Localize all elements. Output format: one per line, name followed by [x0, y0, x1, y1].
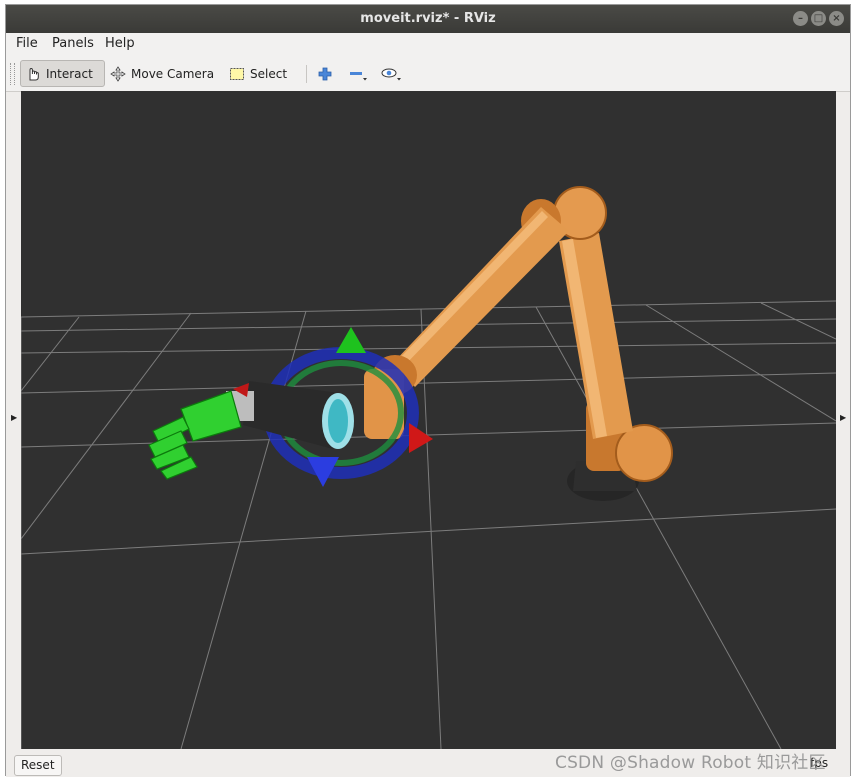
scene-canvas[interactable]: [20, 91, 837, 750]
title-bar: moveit.rviz* - RViz – □ ×: [6, 5, 850, 33]
move-camera-button[interactable]: Move Camera: [110, 60, 214, 87]
robot-arm[interactable]: [364, 186, 673, 501]
watermark: CSDN @Shadow Robot 知识社区: [555, 753, 826, 773]
toolbar-separator: [306, 65, 307, 83]
arrow-y-up-icon[interactable]: [336, 327, 366, 353]
maximize-button[interactable]: □: [811, 11, 826, 26]
shadow-hand[interactable]: [148, 390, 242, 480]
add-tool-button[interactable]: [317, 60, 338, 87]
reset-button[interactable]: Reset: [14, 755, 62, 776]
interact-label: Interact: [46, 66, 93, 81]
menu-file[interactable]: File: [16, 36, 38, 51]
window-title: moveit.rviz* - RViz: [360, 11, 496, 26]
left-panel-toggle-icon[interactable]: ▶: [11, 413, 17, 422]
hand-pointer-icon: [29, 67, 39, 80]
view-eye-icon: [381, 68, 401, 80]
move-camera-label: Move Camera: [131, 66, 215, 81]
select-box-icon: [230, 67, 244, 80]
add-tool-icon: [318, 67, 332, 80]
select-label: Select: [250, 66, 288, 81]
rviz-window: moveit.rviz* - RViz – □ × File Panels He…: [5, 4, 851, 777]
toolbar: Interact Move Camera Select: [6, 55, 850, 92]
interact-button[interactable]: Interact: [20, 60, 105, 87]
menu-panels[interactable]: Panels: [52, 36, 94, 51]
select-button[interactable]: Select: [229, 60, 287, 87]
3d-viewport[interactable]: [20, 91, 837, 750]
arrow-x-right-icon[interactable]: [409, 423, 433, 453]
minimize-button[interactable]: –: [793, 11, 808, 26]
remove-tool-button[interactable]: [348, 60, 375, 87]
menu-help[interactable]: Help: [105, 36, 135, 51]
right-panel-toggle-icon[interactable]: ▶: [840, 413, 846, 422]
menu-bar: File Panels Help: [6, 33, 850, 55]
window-controls: – □ ×: [793, 11, 844, 26]
toolbar-grip[interactable]: [10, 63, 15, 85]
remove-tool-icon: [350, 71, 367, 80]
view-button[interactable]: [380, 60, 409, 87]
close-button[interactable]: ×: [829, 11, 844, 26]
move-camera-icon: [110, 65, 126, 82]
